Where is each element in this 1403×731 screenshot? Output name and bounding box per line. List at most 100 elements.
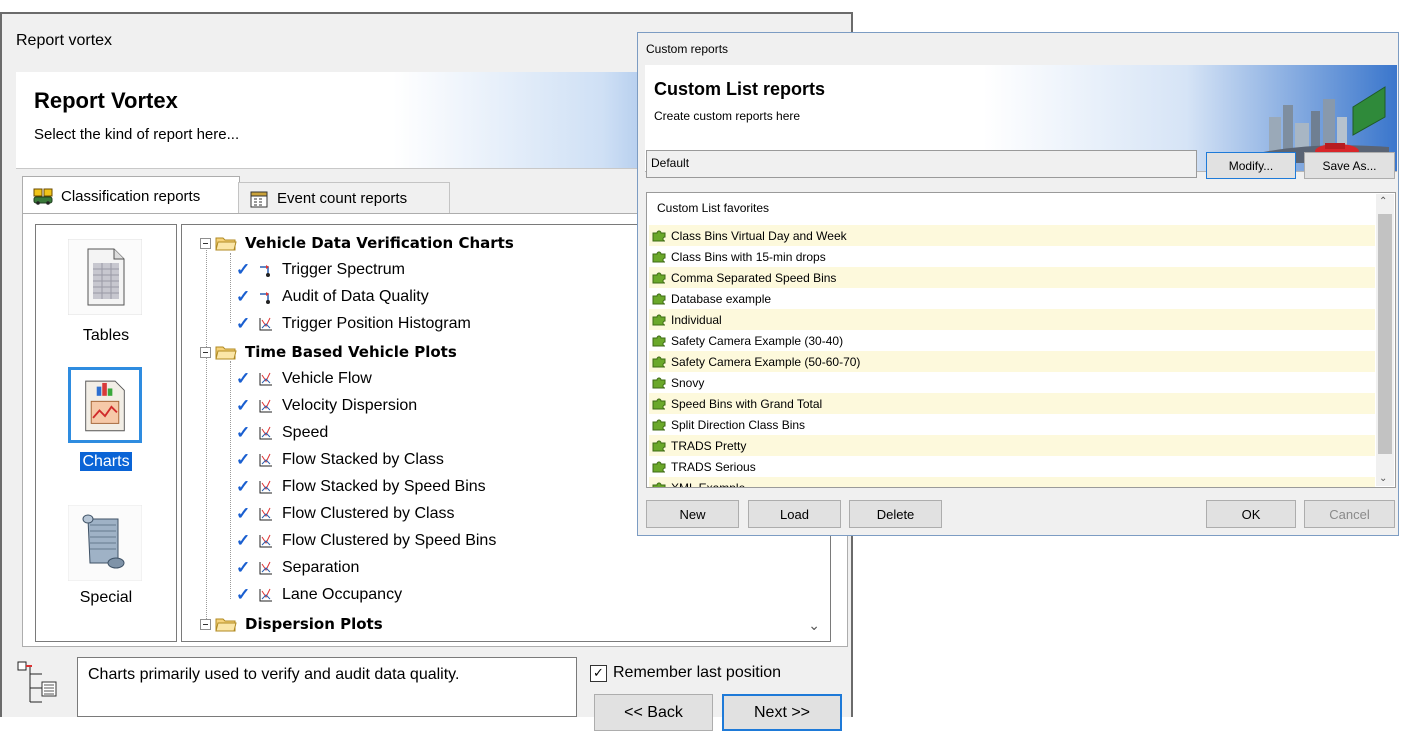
checkmark-icon: ✓ [236,531,251,550]
custom-reports-dialog: Custom reports Custom List reports Creat… [637,32,1399,536]
chart-lines-icon [259,480,272,494]
favorite-item[interactable]: Class Bins Virtual Day and Week [649,225,1375,246]
checkmark-icon: ✓ [236,423,251,442]
load-button[interactable]: Load [748,500,841,528]
puzzle-piece-icon [652,293,666,305]
tree-item-label: Velocity Dispersion [282,397,418,414]
tree-item[interactable]: ✓ Trigger Spectrum [236,257,405,283]
favorite-item[interactable]: Database example [649,288,1375,309]
tree-item[interactable]: ✓ Lane Occupancy [236,582,402,608]
collapse-icon[interactable] [200,618,211,630]
favorite-item[interactable]: Safety Camera Example (50-60-70) [649,351,1375,372]
tree-item[interactable]: ✓ Trigger Position Histogram [236,311,471,337]
tree-group-label: Time Based Vehicle Plots [245,343,457,361]
scroll-icon [68,505,142,581]
favorite-item[interactable]: Split Direction Class Bins [649,414,1375,435]
kind-special[interactable]: Special [36,505,176,615]
tree-group-dispersion-plots[interactable]: Dispersion Plots [200,611,383,637]
favorite-label: Class Bins Virtual Day and Week [671,228,847,243]
tree-item-label: Vehicle Flow [282,370,372,387]
favorite-item[interactable]: XML Example [649,477,1375,487]
vertical-scrollbar[interactable]: ⌃ ⌄ [1376,194,1394,486]
kind-label: Charts [80,452,132,471]
back-button[interactable]: << Back [594,694,713,731]
trigger-icon [260,265,270,277]
cityscape-image [1249,86,1389,163]
collapse-icon[interactable] [200,346,211,358]
tree-item[interactable]: ✓ Flow Clustered by Class [236,501,455,527]
puzzle-piece-icon [652,482,666,487]
remember-label: Remember last position [613,664,782,681]
checkmark-icon: ✓ [236,369,251,388]
favorite-label: Safety Camera Example (50-60-70) [671,354,861,369]
scroll-down-icon[interactable]: ⌄ [808,617,820,634]
banner-title: Report Vortex [34,88,178,113]
chart-lines-icon [259,453,272,467]
checkmark-icon: ✓ [236,450,251,469]
favorite-item[interactable]: Comma Separated Speed Bins [649,267,1375,288]
banner-subtitle: Select the kind of report here... [34,126,240,143]
tree-item[interactable]: ✓ Separation [236,555,359,581]
folder-open-icon [215,346,237,360]
kind-label: Special [79,589,133,606]
favorite-item[interactable]: Safety Camera Example (30-40) [649,330,1375,351]
favorite-item[interactable]: TRADS Serious [649,456,1375,477]
chart-lines-icon [259,426,272,440]
tab-classification-reports[interactable]: Classification reports [22,176,240,215]
tree-item[interactable]: ✓ Speed [236,420,328,446]
scrollbar-thumb[interactable] [1378,214,1392,454]
next-button[interactable]: Next >> [722,694,842,731]
favorite-label: Safety Camera Example (30-40) [671,333,844,348]
favorite-label: TRADS Pretty [671,438,747,453]
delete-button[interactable]: Delete [849,500,942,528]
tree-item[interactable]: ✓ Flow Clustered by Speed Bins [236,528,496,554]
save-as-button[interactable]: Save As... [1304,152,1395,179]
tree-item[interactable]: ✓ Vehicle Flow [236,366,372,392]
tree-group-time-based-vehicle-plots[interactable]: Time Based Vehicle Plots [200,339,457,365]
favorite-item[interactable]: Snovy [649,372,1375,393]
favorite-label: Comma Separated Speed Bins [671,270,837,285]
tree-item-label: Flow Clustered by Class [282,505,455,522]
favorite-label: Individual [671,312,722,327]
tree-item-label: Separation [282,559,360,576]
tree-item-label: Speed [282,424,329,441]
tree-connector [206,247,207,629]
puzzle-piece-icon [652,251,666,263]
chart-lines-icon [259,372,272,386]
tree-group-vehicle-data-verification[interactable]: Vehicle Data Verification Charts [200,230,514,256]
favorite-item[interactable]: Class Bins with 15-min drops [649,246,1375,267]
collapse-icon[interactable] [200,237,211,249]
puzzle-piece-icon [652,335,666,347]
modify-button[interactable]: Modify... [1206,152,1296,179]
favorite-label: Class Bins with 15-min drops [671,249,826,264]
scroll-down-icon[interactable]: ⌄ [1379,473,1387,484]
banner-title: Custom List reports [654,79,826,99]
chart-lines-icon [259,507,272,521]
favorite-item[interactable]: TRADS Pretty [649,435,1375,456]
favorite-item[interactable]: Individual [649,309,1375,330]
remember-position-checkbox[interactable]: ✓ Remember last position [590,664,781,682]
trigger-icon [260,292,270,304]
tab-event-count-reports[interactable]: Event count reports [238,182,450,214]
tree-item[interactable]: ✓ Velocity Dispersion [236,393,417,419]
tree-structure-icon [17,661,57,703]
folder-open-icon [215,237,237,251]
favorite-label: Snovy [671,375,705,390]
banner-subtitle: Create custom reports here [654,109,801,123]
kind-tables[interactable]: Tables [36,239,176,351]
new-button[interactable]: New [646,500,739,528]
layout-name-field[interactable]: Default [646,150,1197,178]
favorites-list: Custom List favorites Class Bins Virtual… [646,192,1396,488]
favorite-item[interactable]: Speed Bins with Grand Total [649,393,1375,414]
kind-charts[interactable]: Charts [36,367,176,483]
ok-button[interactable]: OK [1206,500,1296,528]
cancel-button[interactable]: Cancel [1304,500,1395,528]
tree-item[interactable]: ✓ Flow Stacked by Class [236,447,444,473]
tree-item-label: Flow Stacked by Speed Bins [282,478,486,495]
checkmark-icon: ✓ [236,558,251,577]
tree-item[interactable]: ✓ Flow Stacked by Speed Bins [236,474,486,500]
tree-item[interactable]: ✓ Audit of Data Quality [236,284,429,310]
dialog-title: Custom reports [646,42,729,56]
checkbox-checked-icon[interactable]: ✓ [590,664,607,682]
scroll-up-icon[interactable]: ⌃ [1379,196,1387,207]
